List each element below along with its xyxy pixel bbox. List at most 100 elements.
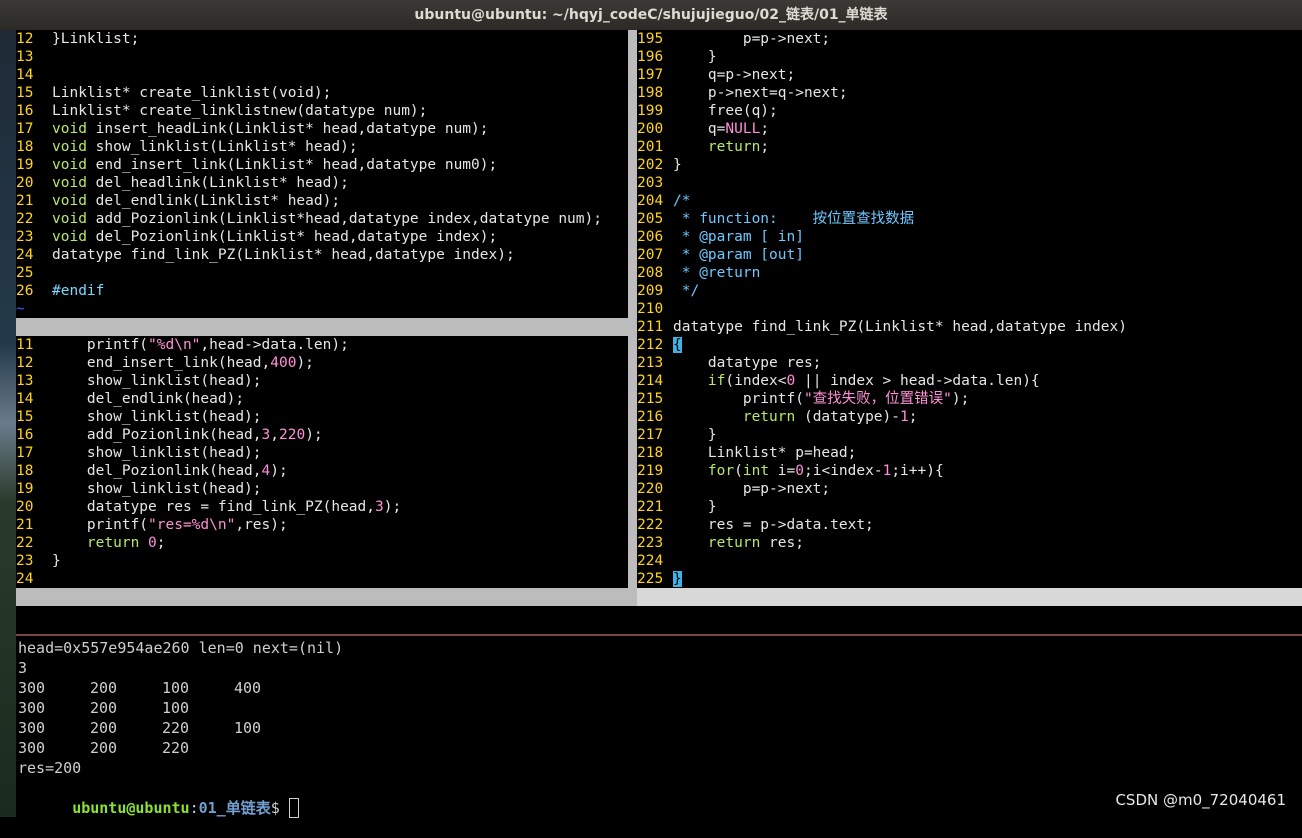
code-line: 218 Linklist* p=head; [637,444,1302,462]
status-line-source-file: 02_linklist.c 225,1 [637,588,1302,641]
code-token: ; [156,535,166,551]
code-token: return [707,139,761,155]
code-line: 201 return; [637,138,1302,156]
shell-prompt[interactable]: ubuntu@ubuntu:01_单链表$ [18,778,1298,818]
code-line: 198 p->next=q->next; [637,84,1302,102]
desktop-background [0,30,16,817]
code-token: ); [305,427,323,443]
line-number: 201 [637,139,664,155]
code-line: 208 * @return [637,264,1302,282]
line-number: 22 [16,211,34,227]
code-line: 19 show_linklist(head); [16,480,628,498]
code-line: 16 add_Pozionlink(head,3,220); [16,426,628,444]
code-line: 17 show_linklist(head); [16,444,628,462]
code-line: 14 [16,66,628,84]
code-line: 212 { [637,336,1302,354]
code-token: int [742,463,770,479]
status-line-main-file: 01_main.c 21,22-25 83% [16,588,628,659]
shell-list-output: 300 200 100 400 [18,678,1298,698]
code-token: datatype find_link_PZ(Linklist* head,dat… [673,319,1127,335]
code-line: 206 * @param [ in] [637,228,1302,246]
code-token: i= [769,463,796,479]
vertical-split-divider[interactable] [628,30,637,606]
list-value: 200 [90,699,118,717]
list-value: 300 [18,739,46,757]
code-token: "res=%d\n" [148,517,236,533]
text-cursor[interactable] [288,798,299,818]
code-token: res; [760,535,804,551]
code-token: * @param [ in] [673,229,804,245]
code-token: , [270,427,279,443]
line-number: 207 [637,247,664,263]
code-token: 0 [786,373,796,389]
list-value: 300 [18,719,46,737]
status-filename: 01_main.c [50,607,130,623]
vim-pane-source-file[interactable]: 195 p=p->next; 196 } 197 q=p->next; 198 p->… [637,30,1302,588]
code-token: return [742,409,796,425]
list-value: 100 [162,679,190,697]
vim-pane-main-file[interactable]: 11 printf("%d\n",head->data.len); 12 end_… [16,336,628,588]
code-token: NULL [725,121,761,137]
line-number: 197 [637,67,664,83]
shell-line: 3 [18,659,28,677]
code-token: printf( [52,337,149,353]
empty-buffer-tilde: ~ [16,301,25,317]
code-token: void [52,229,87,245]
line-number: 217 [637,427,664,443]
code-line: 15 Linklist* create_linklist(void); [16,84,628,102]
code-token: void [52,193,87,209]
code-token: datatype res = find_link_PZ(head, [52,499,376,515]
line-number: 13 [16,373,34,389]
code-token: ,res); [235,517,288,533]
code-token: "%d\n" [148,337,201,353]
line-number: 17 [16,445,34,461]
code-token: } [673,49,717,65]
code-token: 0 [795,463,804,479]
line-number: 196 [637,49,664,65]
code-token: "查找失败，位置错误" [803,391,952,407]
shell-output[interactable]: head=0x557e954ae260 len=0 next=(nil) 3 3… [18,638,1298,818]
prompt-path: 01_单链表 [198,799,271,817]
code-line: 21 printf("res=%d\n",res); [16,516,628,534]
code-line: 199 free(q); [637,102,1302,120]
code-token: show_linklist(Linklist* head); [86,139,358,155]
code-line: 219 for(int i=0;i<index-1;i++){ [637,462,1302,480]
code-token: || index > head->data.len){ [795,373,1040,389]
line-number: 211 [637,319,664,335]
terminal-window[interactable]: 12}Linklist; 13 14 15 Linklist* create_linkl… [16,30,1302,818]
line-number: 20 [16,499,34,515]
line-number: 11 [16,337,34,353]
code-token: * function: 按位置查找数据 [673,211,915,227]
code-line: 207 * @param [out] [637,246,1302,264]
code-token: 1 [882,463,892,479]
code-token: ); [270,463,288,479]
status-line-header-file: 03_linklist.h 18,35 底端 [16,318,628,389]
code-line: 222 res = p->data.text; [637,516,1302,534]
code-line: 213 datatype res; [637,354,1302,372]
code-token: } [673,427,717,443]
code-token: 220 [278,427,306,443]
line-number: 203 [637,175,664,191]
vim-pane-header-file[interactable]: 12}Linklist; 13 14 15 Linklist* create_linkl… [16,30,628,318]
line-number: 216 [637,409,664,425]
code-line: 214 if(index<0 || index > head->data.len… [637,372,1302,390]
code-line: 200 q=NULL; [637,120,1302,138]
code-token: return [707,535,761,551]
status-filename: 02_linklist.c [671,607,786,623]
code-line: 224 [637,552,1302,570]
line-number: 21 [16,517,34,533]
code-token: show_linklist(head); [52,481,262,497]
code-line: 197 q=p->next; [637,66,1302,84]
list-value: 200 [90,679,118,697]
shell-line: head=0x557e954ae260 len=0 next=(nil) [18,639,344,657]
code-token: ( [734,463,743,479]
code-line: 22 return 0; [16,534,628,552]
line-number: 21 [16,193,34,209]
code-token: 400 [270,355,297,371]
watermark: CSDN @m0_72040461 [1115,791,1286,809]
line-number: 209 [637,283,664,299]
code-token: if [707,373,726,389]
